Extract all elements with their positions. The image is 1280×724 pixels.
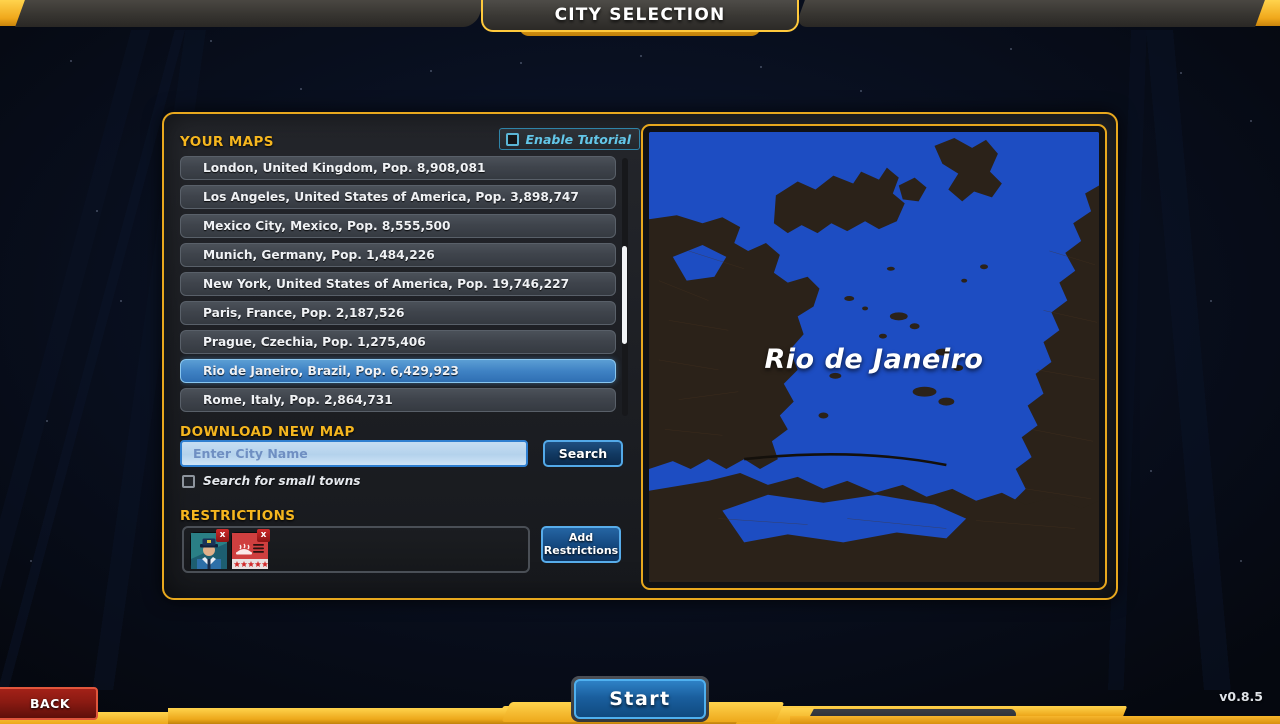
close-icon[interactable]: x (257, 529, 270, 542)
map-list-item-label: Mexico City, Mexico, Pop. 8,555,500 (203, 219, 451, 233)
page-title: CITY SELECTION (555, 5, 726, 25)
map-list-item-label: New York, United States of America, Pop.… (203, 277, 569, 291)
start-button[interactable]: Start (574, 679, 706, 719)
restrictions-list[interactable]: x (182, 526, 530, 573)
map-list-item-label: Los Angeles, United States of America, P… (203, 190, 579, 204)
map-list-item[interactable]: Paris, France, Pop. 2,187,526 (180, 301, 616, 325)
checkbox-unchecked-icon[interactable] (506, 133, 519, 146)
title-plate: CITY SELECTION (481, 0, 799, 32)
your-maps-heading: YOUR MAPS (180, 134, 274, 150)
close-icon[interactable]: x (216, 529, 229, 542)
add-restrictions-label-line1: Add (569, 531, 593, 544)
download-search-row: Search (180, 440, 636, 467)
bottom-frame-gold-right (790, 716, 1280, 724)
download-new-map-heading: DOWNLOAD NEW MAP (180, 424, 355, 440)
enable-tutorial-label: Enable Tutorial (526, 132, 631, 147)
search-small-towns-label: Search for small towns (203, 474, 361, 488)
map-list-item-label: Rome, Italy, Pop. 2,864,731 (203, 393, 393, 407)
start-button-frame: Start (571, 676, 709, 722)
map-list-item[interactable]: Rome, Italy, Pop. 2,864,731 (180, 388, 616, 412)
search-small-towns-toggle[interactable]: Search for small towns (182, 474, 361, 488)
add-restrictions-button[interactable]: Add Restrictions (541, 526, 621, 563)
map-canvas[interactable]: Rio de Janeiro (649, 132, 1099, 582)
map-list-item[interactable]: Prague, Czechia, Pop. 1,275,406 (180, 330, 616, 354)
map-list-item-label: Prague, Czechia, Pop. 1,275,406 (203, 335, 426, 349)
map-list-item-label: London, United Kingdom, Pop. 8,908,081 (203, 161, 486, 175)
city-search-input[interactable] (180, 440, 528, 467)
map-list-item-label: Munich, Germany, Pop. 1,484,226 (203, 248, 435, 262)
map-list-item-label: Rio de Janeiro, Brazil, Pop. 6,429,923 (203, 364, 459, 378)
left-column: YOUR MAPS Enable Tutorial London, United… (178, 126, 638, 588)
map-list[interactable]: London, United Kingdom, Pop. 8,908,081 Lo… (180, 156, 636, 418)
back-button[interactable]: BACK (0, 687, 98, 720)
enable-tutorial-toggle[interactable]: Enable Tutorial (499, 128, 640, 150)
version-label: v0.8.5 (1219, 689, 1263, 704)
city-selection-panel: YOUR MAPS Enable Tutorial London, United… (162, 112, 1118, 600)
restriction-chip[interactable]: x (190, 532, 226, 568)
map-list-item[interactable]: London, United Kingdom, Pop. 8,908,081 (180, 156, 616, 180)
map-list-item[interactable]: Munich, Germany, Pop. 1,484,226 (180, 243, 616, 267)
add-restrictions-label-line2: Restrictions (544, 544, 618, 557)
restrictions-heading: RESTRICTIONS (180, 508, 295, 524)
top-frame: CITY SELECTION (0, 0, 1280, 34)
map-list-item[interactable]: New York, United States of America, Pop.… (180, 272, 616, 296)
restriction-chip[interactable]: x (231, 532, 267, 568)
map-city-label: Rio de Janeiro (649, 344, 1099, 375)
map-list-item-label: Paris, France, Pop. 2,187,526 (203, 306, 405, 320)
map-list-item[interactable]: Mexico City, Mexico, Pop. 8,555,500 (180, 214, 616, 238)
search-button[interactable]: Search (543, 440, 623, 467)
top-frame-plate-left (15, 0, 485, 27)
checkbox-unchecked-icon[interactable] (182, 475, 195, 488)
map-list-item[interactable]: Los Angeles, United States of America, P… (180, 185, 616, 209)
map-preview-panel: Rio de Janeiro (641, 124, 1107, 590)
top-frame-plate-right (795, 0, 1265, 27)
map-list-item[interactable]: Rio de Janeiro, Brazil, Pop. 6,429,923 (180, 359, 616, 383)
map-list-scrollbar-thumb[interactable] (622, 246, 627, 344)
